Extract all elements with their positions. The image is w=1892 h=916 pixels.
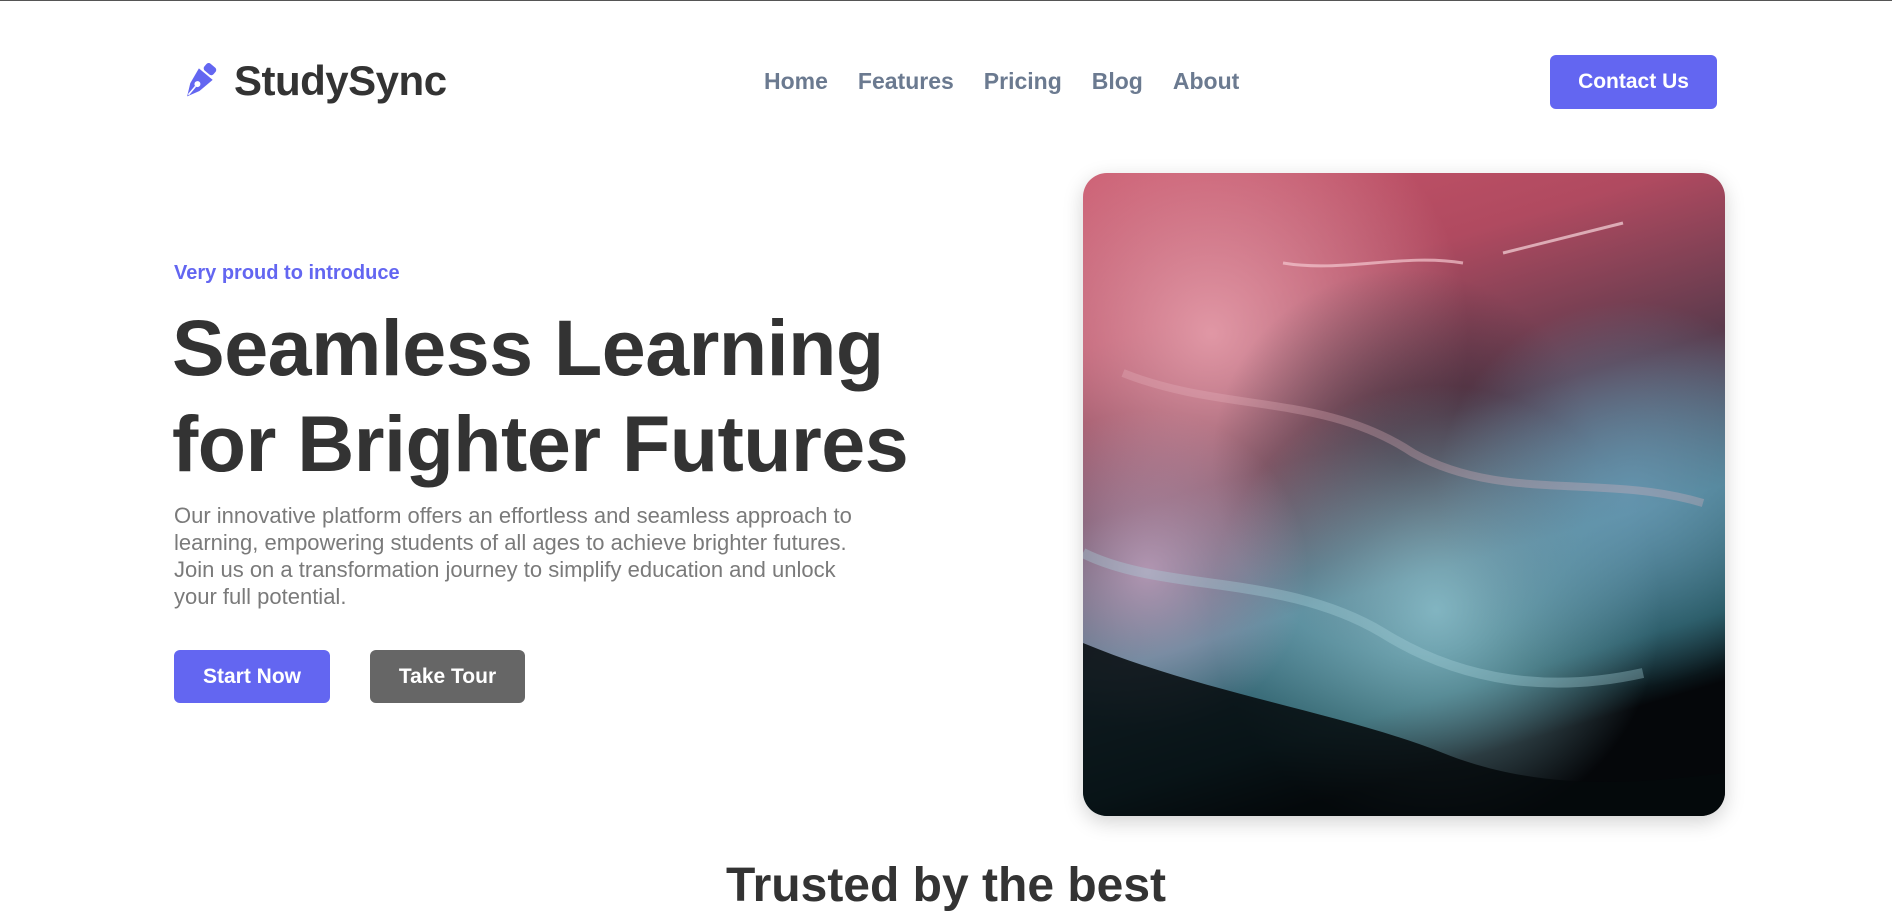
abstract-fluid-art-image: [1083, 173, 1725, 816]
nav-home[interactable]: Home: [764, 66, 828, 96]
nav-features[interactable]: Features: [858, 66, 954, 96]
hero-image: [1083, 173, 1725, 816]
hero-eyebrow: Very proud to introduce: [174, 262, 400, 284]
nav-pricing[interactable]: Pricing: [984, 66, 1062, 96]
headline-line-2: for Brighter Futures: [172, 399, 909, 488]
start-now-button[interactable]: Start Now: [174, 650, 330, 703]
brand-logo[interactable]: StudySync: [178, 56, 447, 106]
top-border: [0, 0, 1892, 1]
headline-line-1: Seamless Learning: [172, 303, 884, 392]
take-tour-button[interactable]: Take Tour: [370, 650, 525, 703]
hero-headline: Seamless Learning for Brighter Futures: [172, 300, 972, 492]
trusted-title: Trusted by the best: [725, 859, 1167, 912]
main-nav: Home Features Pricing Blog About: [764, 66, 1239, 96]
contact-us-button[interactable]: Contact Us: [1550, 55, 1717, 109]
pen-nib-icon: [187, 63, 217, 97]
brand-name: StudySync: [234, 57, 447, 104]
nav-blog[interactable]: Blog: [1092, 66, 1143, 96]
hero-description: Our innovative platform offers an effort…: [174, 503, 852, 609]
nav-about[interactable]: About: [1173, 66, 1239, 96]
